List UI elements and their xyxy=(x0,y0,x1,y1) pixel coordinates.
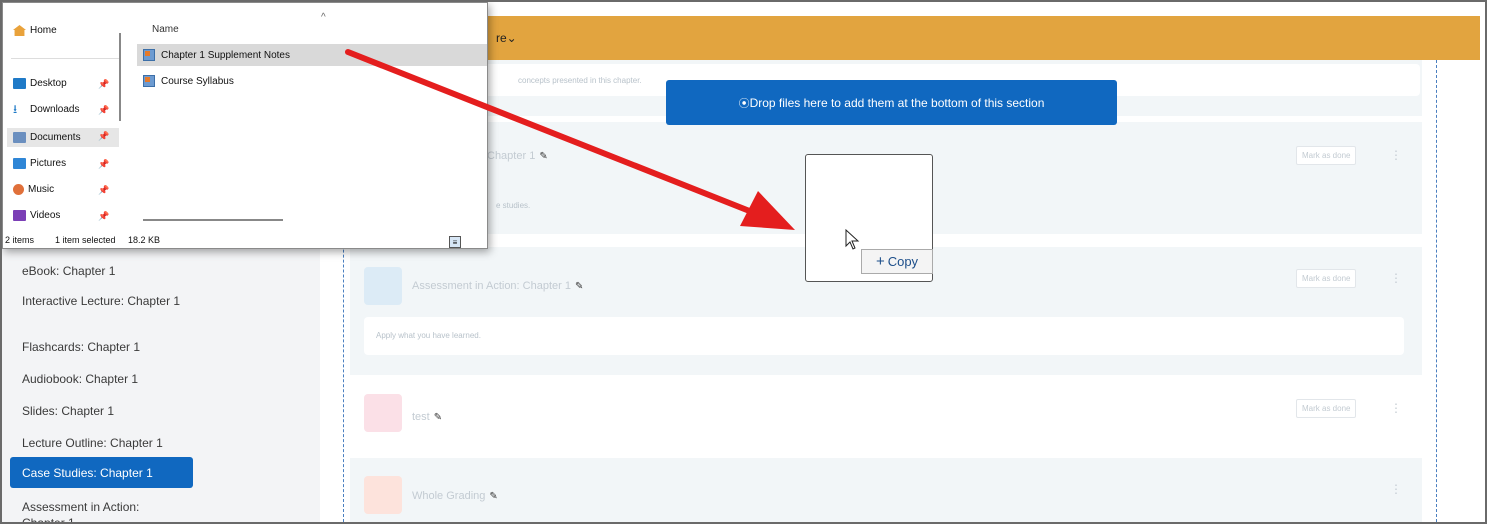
screen-frame: re⌄ concepts presented in this chapter. … xyxy=(0,0,1487,524)
drag-direction-arrow xyxy=(345,49,795,230)
